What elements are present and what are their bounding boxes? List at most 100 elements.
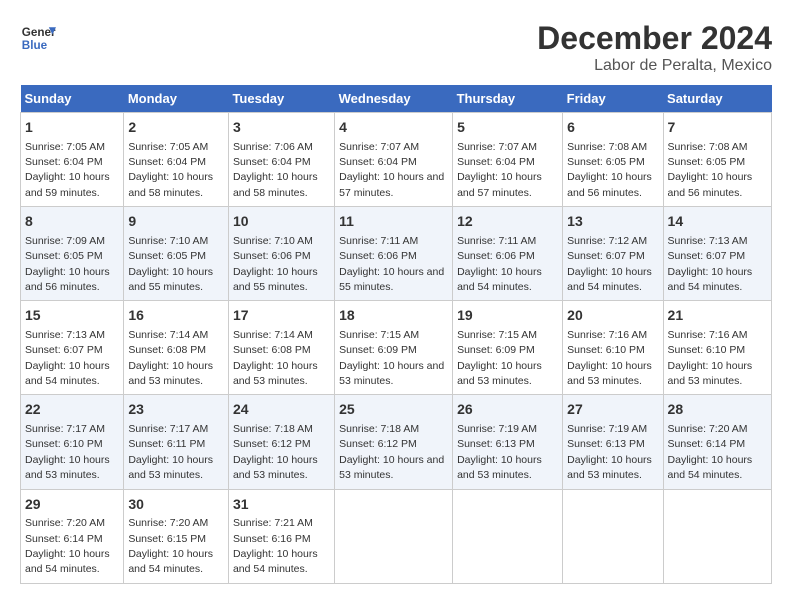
day-info: Sunrise: 7:18 AMSunset: 6:12 PMDaylight:… [233, 423, 318, 481]
day-number: 16 [128, 306, 224, 326]
calendar-cell: 5Sunrise: 7:07 AMSunset: 6:04 PMDaylight… [453, 113, 563, 207]
day-number: 9 [128, 212, 224, 232]
day-number: 29 [25, 495, 119, 515]
day-number: 8 [25, 212, 119, 232]
calendar-cell: 23 Sunrise: 7:17 AMSunset: 6:11 PMDayligh… [124, 395, 229, 489]
calendar-cell: 9 Sunrise: 7:10 AMSunset: 6:05 PMDaylight… [124, 207, 229, 301]
day-number: 3 [233, 118, 330, 138]
calendar-cell: 1 Sunrise: 7:05 AMSunset: 6:04 PMDaylight… [21, 113, 124, 207]
day-info: Sunrise: 7:10 AMSunset: 6:06 PMDaylight:… [233, 235, 318, 293]
day-info: Sunrise: 7:21 AMSunset: 6:16 PMDaylight:… [233, 517, 318, 575]
day-number: 10 [233, 212, 330, 232]
calendar-cell [335, 489, 453, 583]
day-info: Sunrise: 7:05 AMSunset: 6:04 PMDaylight:… [25, 141, 110, 199]
calendar-cell: 3 Sunrise: 7:06 AMSunset: 6:04 PMDaylight… [228, 113, 334, 207]
day-number: 7 [668, 118, 767, 138]
day-info: Sunrise: 7:12 AMSunset: 6:07 PMDaylight:… [567, 235, 652, 293]
calendar-cell: 13 Sunrise: 7:12 AMSunset: 6:07 PMDayligh… [563, 207, 663, 301]
header-monday: Monday [124, 85, 229, 113]
day-number: 13 [567, 212, 658, 232]
day-info: Sunrise: 7:15 AMSunset: 6:09 PMDaylight:… [457, 329, 542, 387]
calendar-cell: 31Sunrise: 7:21 AMSunset: 6:16 PMDayligh… [228, 489, 334, 583]
calendar-cell: 27 Sunrise: 7:19 AMSunset: 6:13 PMDayligh… [563, 395, 663, 489]
calendar-cell: 14Sunrise: 7:13 AMSunset: 6:07 PMDayligh… [663, 207, 771, 301]
day-number: 12 [457, 212, 558, 232]
day-info: Sunrise: 7:19 AMSunset: 6:13 PMDaylight:… [567, 423, 652, 481]
day-number: 18 [339, 306, 448, 326]
day-number: 15 [25, 306, 119, 326]
day-number: 26 [457, 400, 558, 420]
day-info: Sunrise: 7:14 AMSunset: 6:08 PMDaylight:… [233, 329, 318, 387]
day-info: Sunrise: 7:05 AMSunset: 6:04 PMDaylight:… [128, 141, 213, 199]
day-number: 21 [668, 306, 767, 326]
calendar-cell: 26 Sunrise: 7:19 AMSunset: 6:13 PMDayligh… [453, 395, 563, 489]
calendar-week-5: 29Sunrise: 7:20 AMSunset: 6:14 PMDayligh… [21, 489, 772, 583]
page-header: General Blue December 2024 Labor de Pera… [20, 20, 772, 75]
day-number: 28 [668, 400, 767, 420]
calendar-cell: 16 Sunrise: 7:14 AMSunset: 6:08 PMDayligh… [124, 301, 229, 395]
day-info: Sunrise: 7:20 AMSunset: 6:14 PMDaylight:… [668, 423, 753, 481]
day-number: 11 [339, 212, 448, 232]
calendar-cell: 19 Sunrise: 7:15 AMSunset: 6:09 PMDayligh… [453, 301, 563, 395]
calendar-header-row: SundayMondayTuesdayWednesdayThursdayFrid… [21, 85, 772, 113]
day-number: 4 [339, 118, 448, 138]
day-number: 1 [25, 118, 119, 138]
subtitle: Labor de Peralta, Mexico [537, 57, 772, 75]
day-info: Sunrise: 7:07 AMSunset: 6:04 PMDaylight:… [457, 141, 542, 199]
calendar-cell [663, 489, 771, 583]
calendar-week-1: 1 Sunrise: 7:05 AMSunset: 6:04 PMDaylight… [21, 113, 772, 207]
calendar-table: SundayMondayTuesdayWednesdayThursdayFrid… [20, 85, 772, 584]
day-info: Sunrise: 7:19 AMSunset: 6:13 PMDaylight:… [457, 423, 542, 481]
logo: General Blue [20, 20, 56, 56]
calendar-cell [453, 489, 563, 583]
day-info: Sunrise: 7:08 AMSunset: 6:05 PMDaylight:… [668, 141, 753, 199]
day-info: Sunrise: 7:08 AMSunset: 6:05 PMDaylight:… [567, 141, 652, 199]
calendar-cell: 20 Sunrise: 7:16 AMSunset: 6:10 PMDayligh… [563, 301, 663, 395]
day-number: 17 [233, 306, 330, 326]
day-number: 6 [567, 118, 658, 138]
day-number: 2 [128, 118, 224, 138]
calendar-cell [563, 489, 663, 583]
calendar-cell: 10 Sunrise: 7:10 AMSunset: 6:06 PMDayligh… [228, 207, 334, 301]
calendar-week-3: 15Sunrise: 7:13 AMSunset: 6:07 PMDayligh… [21, 301, 772, 395]
header-wednesday: Wednesday [335, 85, 453, 113]
calendar-cell: 30Sunrise: 7:20 AMSunset: 6:15 PMDayligh… [124, 489, 229, 583]
day-number: 22 [25, 400, 119, 420]
calendar-cell: 18 Sunrise: 7:15 AMSunset: 6:09 PMDayligh… [335, 301, 453, 395]
header-sunday: Sunday [21, 85, 124, 113]
title-block: December 2024 Labor de Peralta, Mexico [537, 20, 772, 75]
day-info: Sunrise: 7:14 AMSunset: 6:08 PMDaylight:… [128, 329, 213, 387]
logo-icon: General Blue [20, 20, 56, 56]
calendar-cell: 24Sunrise: 7:18 AMSunset: 6:12 PMDayligh… [228, 395, 334, 489]
day-info: Sunrise: 7:20 AMSunset: 6:15 PMDaylight:… [128, 517, 213, 575]
day-number: 20 [567, 306, 658, 326]
day-info: Sunrise: 7:20 AMSunset: 6:14 PMDaylight:… [25, 517, 110, 575]
day-info: Sunrise: 7:06 AMSunset: 6:04 PMDaylight:… [233, 141, 318, 199]
calendar-cell: 2 Sunrise: 7:05 AMSunset: 6:04 PMDaylight… [124, 113, 229, 207]
day-info: Sunrise: 7:16 AMSunset: 6:10 PMDaylight:… [567, 329, 652, 387]
day-info: Sunrise: 7:07 AMSunset: 6:04 PMDaylight:… [339, 141, 444, 199]
calendar-cell: 4 Sunrise: 7:07 AMSunset: 6:04 PMDaylight… [335, 113, 453, 207]
day-info: Sunrise: 7:13 AMSunset: 6:07 PMDaylight:… [668, 235, 753, 293]
calendar-cell: 28 Sunrise: 7:20 AMSunset: 6:14 PMDayligh… [663, 395, 771, 489]
day-info: Sunrise: 7:10 AMSunset: 6:05 PMDaylight:… [128, 235, 213, 293]
calendar-cell: 21Sunrise: 7:16 AMSunset: 6:10 PMDayligh… [663, 301, 771, 395]
calendar-cell: 22 Sunrise: 7:17 AMSunset: 6:10 PMDayligh… [21, 395, 124, 489]
day-number: 27 [567, 400, 658, 420]
day-info: Sunrise: 7:17 AMSunset: 6:11 PMDaylight:… [128, 423, 213, 481]
calendar-week-2: 8 Sunrise: 7:09 AMSunset: 6:05 PMDaylight… [21, 207, 772, 301]
day-number: 30 [128, 495, 224, 515]
day-info: Sunrise: 7:09 AMSunset: 6:05 PMDaylight:… [25, 235, 110, 293]
day-number: 23 [128, 400, 224, 420]
day-number: 25 [339, 400, 448, 420]
main-title: December 2024 [537, 20, 772, 57]
day-info: Sunrise: 7:15 AMSunset: 6:09 PMDaylight:… [339, 329, 444, 387]
header-saturday: Saturday [663, 85, 771, 113]
calendar-cell: 7 Sunrise: 7:08 AMSunset: 6:05 PMDaylight… [663, 113, 771, 207]
calendar-cell: 29Sunrise: 7:20 AMSunset: 6:14 PMDayligh… [21, 489, 124, 583]
header-thursday: Thursday [453, 85, 563, 113]
svg-text:Blue: Blue [22, 39, 48, 52]
day-number: 19 [457, 306, 558, 326]
day-info: Sunrise: 7:18 AMSunset: 6:12 PMDaylight:… [339, 423, 444, 481]
day-info: Sunrise: 7:17 AMSunset: 6:10 PMDaylight:… [25, 423, 110, 481]
